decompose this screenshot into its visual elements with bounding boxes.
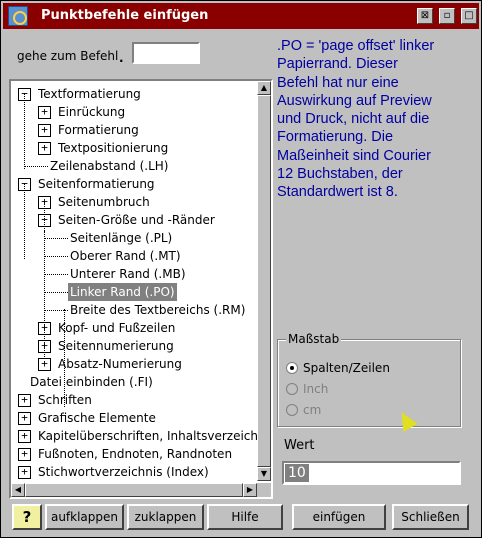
- tree-item-label: Unterer Rand (.MB): [70, 267, 186, 281]
- tree-item-label: Breite des Textbereichs (.RM): [70, 303, 246, 317]
- tree-item-label: Kopf- und Fußzeilen: [58, 321, 176, 335]
- expand-plus-icon[interactable]: +: [18, 430, 31, 443]
- insert-button[interactable]: einfügen: [292, 504, 386, 530]
- goto-command-input[interactable]: [132, 42, 200, 64]
- tree-item-label: Textpositionierung: [58, 141, 169, 155]
- radio-unchecked-icon[interactable]: [286, 404, 298, 416]
- expand-plus-icon[interactable]: +: [38, 142, 51, 155]
- radio-unchecked-icon[interactable]: [286, 383, 298, 395]
- help-question-button[interactable]: ?: [12, 504, 42, 530]
- tree-horizontal-scrollbar[interactable]: ◀ ▶: [11, 483, 257, 497]
- tree-item-label: Formatierung: [58, 123, 139, 137]
- scroll-right-icon[interactable]: ▶: [243, 483, 257, 497]
- window-title: Punktbefehle einfügen: [41, 8, 209, 23]
- radio-spalten-zeilen[interactable]: Spalten/Zeilen: [286, 360, 390, 378]
- scroll-left-icon[interactable]: ◀: [11, 483, 25, 497]
- close-window-icon[interactable]: ⊠: [417, 8, 433, 24]
- tree-item-label: Oberer Rand (.MT): [70, 249, 181, 263]
- scrollbar-corner: [257, 483, 271, 497]
- vertical-scroll-thumb[interactable]: [257, 95, 271, 467]
- expand-plus-icon[interactable]: +: [38, 358, 51, 371]
- tree-vertical-scrollbar[interactable]: ▲ ▼: [257, 81, 271, 481]
- radio-cm[interactable]: cm: [286, 402, 321, 420]
- tree-item-label: Seitenlänge (.PL): [70, 231, 173, 245]
- tree-connector: [24, 166, 48, 167]
- tree-viewport: − Textformatierung + Einrückung + Formatierun…: [11, 81, 257, 481]
- tree-item-label: Grafische Elemente: [38, 411, 156, 425]
- expand-plus-icon[interactable]: +: [38, 106, 51, 119]
- tree-item-label: Fußnoten, Endnoten, Randnoten: [38, 447, 233, 461]
- radio-checked-icon[interactable]: [286, 362, 298, 374]
- scroll-up-icon[interactable]: ▲: [257, 81, 271, 95]
- minimize-icon[interactable]: ▫: [439, 8, 455, 24]
- tree-connector: [44, 238, 68, 239]
- tree-item-label: Seitenformatierung: [38, 177, 155, 191]
- expand-plus-icon[interactable]: +: [18, 466, 31, 479]
- radio-label: cm: [303, 403, 322, 417]
- tree-connector: [24, 183, 25, 259]
- massstab-title: Maßstab: [286, 332, 342, 346]
- tree-connector: [44, 292, 68, 293]
- expand-button[interactable]: aufklappen: [45, 504, 124, 530]
- tree-connector: [44, 231, 45, 357]
- wert-label: Wert: [284, 438, 315, 453]
- command-tree[interactable]: − Textformatierung + Einrückung + Formatierun…: [9, 79, 273, 499]
- tree-item-label: Seitenumbruch: [58, 195, 150, 209]
- wert-value: 10: [285, 464, 309, 482]
- tree-item-label: Absatz-Numerierung: [58, 357, 182, 371]
- massstab-group: Maßstab Spalten/Zeilen Inch cm: [277, 332, 461, 427]
- scroll-down-icon[interactable]: ▼: [257, 467, 271, 481]
- help-button[interactable]: Hilfe: [207, 504, 283, 530]
- radio-label: Inch: [303, 382, 329, 396]
- tree-connector: [24, 93, 25, 169]
- goto-command-dot: .: [119, 51, 124, 65]
- expand-plus-icon[interactable]: +: [38, 124, 51, 137]
- tree-item-label: Textformatierung: [38, 87, 141, 101]
- tree-connector: [64, 309, 65, 407]
- tree-connector: [44, 256, 68, 257]
- tree-item-label: Linker Rand (.PO): [68, 283, 177, 301]
- tree-item-label: Einrückung: [58, 105, 126, 119]
- close-button[interactable]: Schließen: [392, 504, 469, 530]
- expand-plus-icon[interactable]: +: [18, 412, 31, 425]
- tree-item-label: Seiten-Größe und -Ränder: [58, 213, 215, 227]
- radio-label: Spalten/Zeilen: [303, 361, 390, 375]
- tree-item-label: Kapitelüberschriften, Inhaltsverzeichnis: [38, 429, 257, 443]
- tree-item-label: Stichwortverzeichnis (Index): [38, 465, 209, 479]
- maximize-icon[interactable]: □: [461, 8, 477, 24]
- app-icon[interactable]: [8, 6, 28, 26]
- command-description: .PO = 'page offset' linker Papierrand. D…: [277, 38, 435, 201]
- expand-plus-icon[interactable]: +: [18, 448, 31, 461]
- dialog-window: Punktbefehle einfügen ⊠ ▫ □ gehe zum Bef…: [0, 0, 482, 538]
- expand-plus-icon[interactable]: +: [18, 394, 31, 407]
- goto-command-label: gehe zum Befehl: [17, 49, 119, 63]
- tree-item-label: Datei einbinden (.FI): [30, 375, 153, 389]
- wert-input[interactable]: 10: [282, 461, 461, 485]
- title-bar[interactable]: Punktbefehle einfügen ⊠ ▫ □: [3, 3, 479, 29]
- radio-inch[interactable]: Inch: [286, 381, 328, 399]
- tree-connector: [44, 274, 68, 275]
- tree-item-label: Zeilenabstand (.LH): [50, 159, 169, 173]
- horizontal-scroll-thumb[interactable]: [25, 483, 243, 497]
- tree-item-label: Seitennumerierung: [58, 339, 174, 353]
- collapse-button[interactable]: zuklappen: [127, 504, 204, 530]
